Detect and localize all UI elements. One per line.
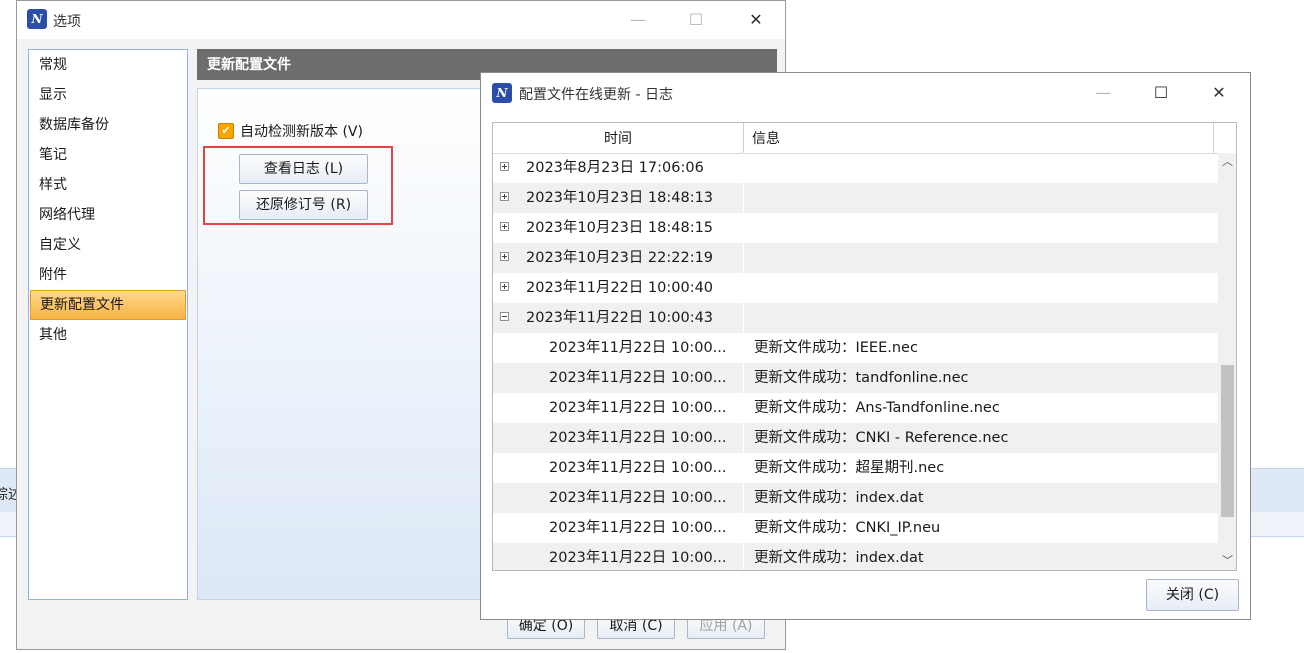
expand-icon[interactable]	[500, 252, 509, 261]
log-entry-row[interactable]: 2023年11月22日 10:00... 更新文件成功：超星期刊.nec	[493, 453, 1218, 483]
expand-icon[interactable]	[500, 282, 509, 291]
options-titlebar[interactable]: N 选项 — ☐ ✕	[17, 1, 785, 39]
log-time: 2023年10月23日 22:22:19	[526, 250, 714, 266]
log-info: 更新文件成功：IEEE.nec	[743, 333, 1218, 363]
log-entry-row[interactable]: 2023年11月22日 10:00... 更新文件成功：tandfonline.n…	[493, 363, 1218, 393]
log-entry-row[interactable]: 2023年11月22日 10:00... 更新文件成功：IEEE.nec	[493, 333, 1218, 363]
maximize-icon[interactable]: ☐	[1150, 82, 1172, 104]
log-time: 2023年11月22日 10:00...	[549, 430, 727, 446]
log-title: 配置文件在线更新 - 日志	[519, 87, 673, 103]
log-group-row[interactable]: 2023年10月23日 18:48:13	[493, 183, 1218, 213]
nav-item[interactable]: 附件	[29, 260, 187, 290]
log-time: 2023年11月22日 10:00...	[549, 340, 727, 356]
log-info	[743, 153, 1218, 183]
log-info	[743, 183, 1218, 213]
log-group-row[interactable]: 2023年11月22日 10:00:43	[493, 303, 1218, 333]
log-window: N 配置文件在线更新 - 日志 — ☐ ✕ 时间 信息 2023年8月23日 1…	[480, 72, 1251, 620]
log-time: 2023年11月22日 10:00:43	[526, 310, 714, 326]
log-info: 更新文件成功：超星期刊.nec	[743, 453, 1218, 483]
log-entry-row[interactable]: 2023年11月22日 10:00... 更新文件成功：index.dat	[493, 543, 1218, 570]
nav-item[interactable]: 样式	[29, 170, 187, 200]
log-time: 2023年8月23日 17:06:06	[526, 160, 704, 176]
nav-item[interactable]: 数据库备份	[29, 110, 187, 140]
log-info: 更新文件成功：CNKI - Reference.nec	[743, 423, 1218, 453]
log-info	[743, 213, 1218, 243]
nav-item[interactable]: 其他	[29, 320, 187, 350]
log-time: 2023年11月22日 10:00:40	[526, 280, 714, 296]
log-time: 2023年10月23日 18:48:13	[526, 190, 714, 206]
log-time: 2023年11月22日 10:00...	[549, 460, 727, 476]
log-group-row[interactable]: 2023年11月22日 10:00:40	[493, 273, 1218, 303]
vertical-scrollbar[interactable]: ︿ ﹀	[1218, 153, 1236, 570]
log-info	[743, 303, 1218, 333]
options-title: 选项	[53, 14, 81, 30]
auto-check-option[interactable]: ✔ 自动检测新版本 (V)	[218, 121, 363, 141]
log-table: 时间 信息 2023年8月23日 17:06:06 2023年10月23日 18:…	[492, 122, 1237, 571]
log-entry-row[interactable]: 2023年11月22日 10:00... 更新文件成功：index.dat	[493, 483, 1218, 513]
log-time: 2023年11月22日 10:00...	[549, 520, 727, 536]
log-entry-row[interactable]: 2023年11月22日 10:00... 更新文件成功：CNKI - Refere…	[493, 423, 1218, 453]
log-group-row[interactable]: 2023年10月23日 22:22:19	[493, 243, 1218, 273]
app-logo-icon: N	[492, 83, 512, 103]
auto-check-label: 自动检测新版本 (V)	[240, 124, 363, 140]
close-button[interactable]: 关闭 (C)	[1146, 579, 1239, 611]
log-info	[743, 273, 1218, 303]
minimize-icon[interactable]: —	[627, 9, 649, 31]
scroll-down-icon[interactable]: ﹀	[1218, 552, 1236, 570]
nav-item[interactable]: 自定义	[29, 230, 187, 260]
highlight-box	[203, 146, 393, 225]
log-group-row[interactable]: 2023年8月23日 17:06:06	[493, 153, 1218, 183]
minimize-icon[interactable]: —	[1092, 82, 1114, 104]
log-table-header: 时间 信息	[493, 123, 1218, 154]
expand-icon[interactable]	[500, 162, 509, 171]
column-header-time[interactable]: 时间	[493, 123, 744, 153]
app-logo-icon: N	[27, 9, 47, 29]
log-time: 2023年10月23日 18:48:15	[526, 220, 714, 236]
log-time: 2023年11月22日 10:00...	[549, 550, 727, 566]
log-info: 更新文件成功：index.dat	[743, 543, 1218, 570]
log-info: 更新文件成功：Ans-Tandfonline.nec	[743, 393, 1218, 423]
nav-item[interactable]: 显示	[29, 80, 187, 110]
options-nav-list: 常规 显示 数据库备份 笔记 样式 网络代理 自定义 附件 更新配置文件 其他	[28, 49, 188, 600]
close-icon[interactable]: ✕	[745, 9, 767, 31]
column-header-info[interactable]: 信息	[744, 123, 1214, 153]
log-info: 更新文件成功：index.dat	[743, 483, 1218, 513]
collapse-icon[interactable]	[500, 312, 509, 321]
expand-icon[interactable]	[500, 222, 509, 231]
nav-item[interactable]: 笔记	[29, 140, 187, 170]
log-group-row[interactable]: 2023年10月23日 18:48:15	[493, 213, 1218, 243]
log-titlebar[interactable]: N 配置文件在线更新 - 日志 — ☐ ✕	[481, 73, 1250, 113]
scroll-up-icon[interactable]: ︿	[1218, 153, 1236, 171]
expand-icon[interactable]	[500, 192, 509, 201]
nav-item[interactable]: 更新配置文件	[30, 290, 186, 320]
scroll-thumb[interactable]	[1221, 365, 1234, 517]
checkbox-checked-icon[interactable]: ✔	[218, 123, 234, 139]
log-time: 2023年11月22日 10:00...	[549, 490, 727, 506]
close-icon[interactable]: ✕	[1208, 82, 1230, 104]
log-entry-row[interactable]: 2023年11月22日 10:00... 更新文件成功：Ans-Tandfonli…	[493, 393, 1218, 423]
log-time: 2023年11月22日 10:00...	[549, 400, 727, 416]
maximize-icon[interactable]: ☐	[685, 9, 707, 31]
log-info	[743, 243, 1218, 273]
log-info: 更新文件成功：CNKI_IP.neu	[743, 513, 1218, 543]
log-info: 更新文件成功：tandfonline.nec	[743, 363, 1218, 393]
log-entry-row[interactable]: 2023年11月22日 10:00... 更新文件成功：CNKI_IP.neu	[493, 513, 1218, 543]
nav-item[interactable]: 网络代理	[29, 200, 187, 230]
nav-item[interactable]: 常规	[29, 50, 187, 80]
log-time: 2023年11月22日 10:00...	[549, 370, 727, 386]
log-rows: 2023年8月23日 17:06:06 2023年10月23日 18:48:13 2…	[493, 153, 1218, 570]
